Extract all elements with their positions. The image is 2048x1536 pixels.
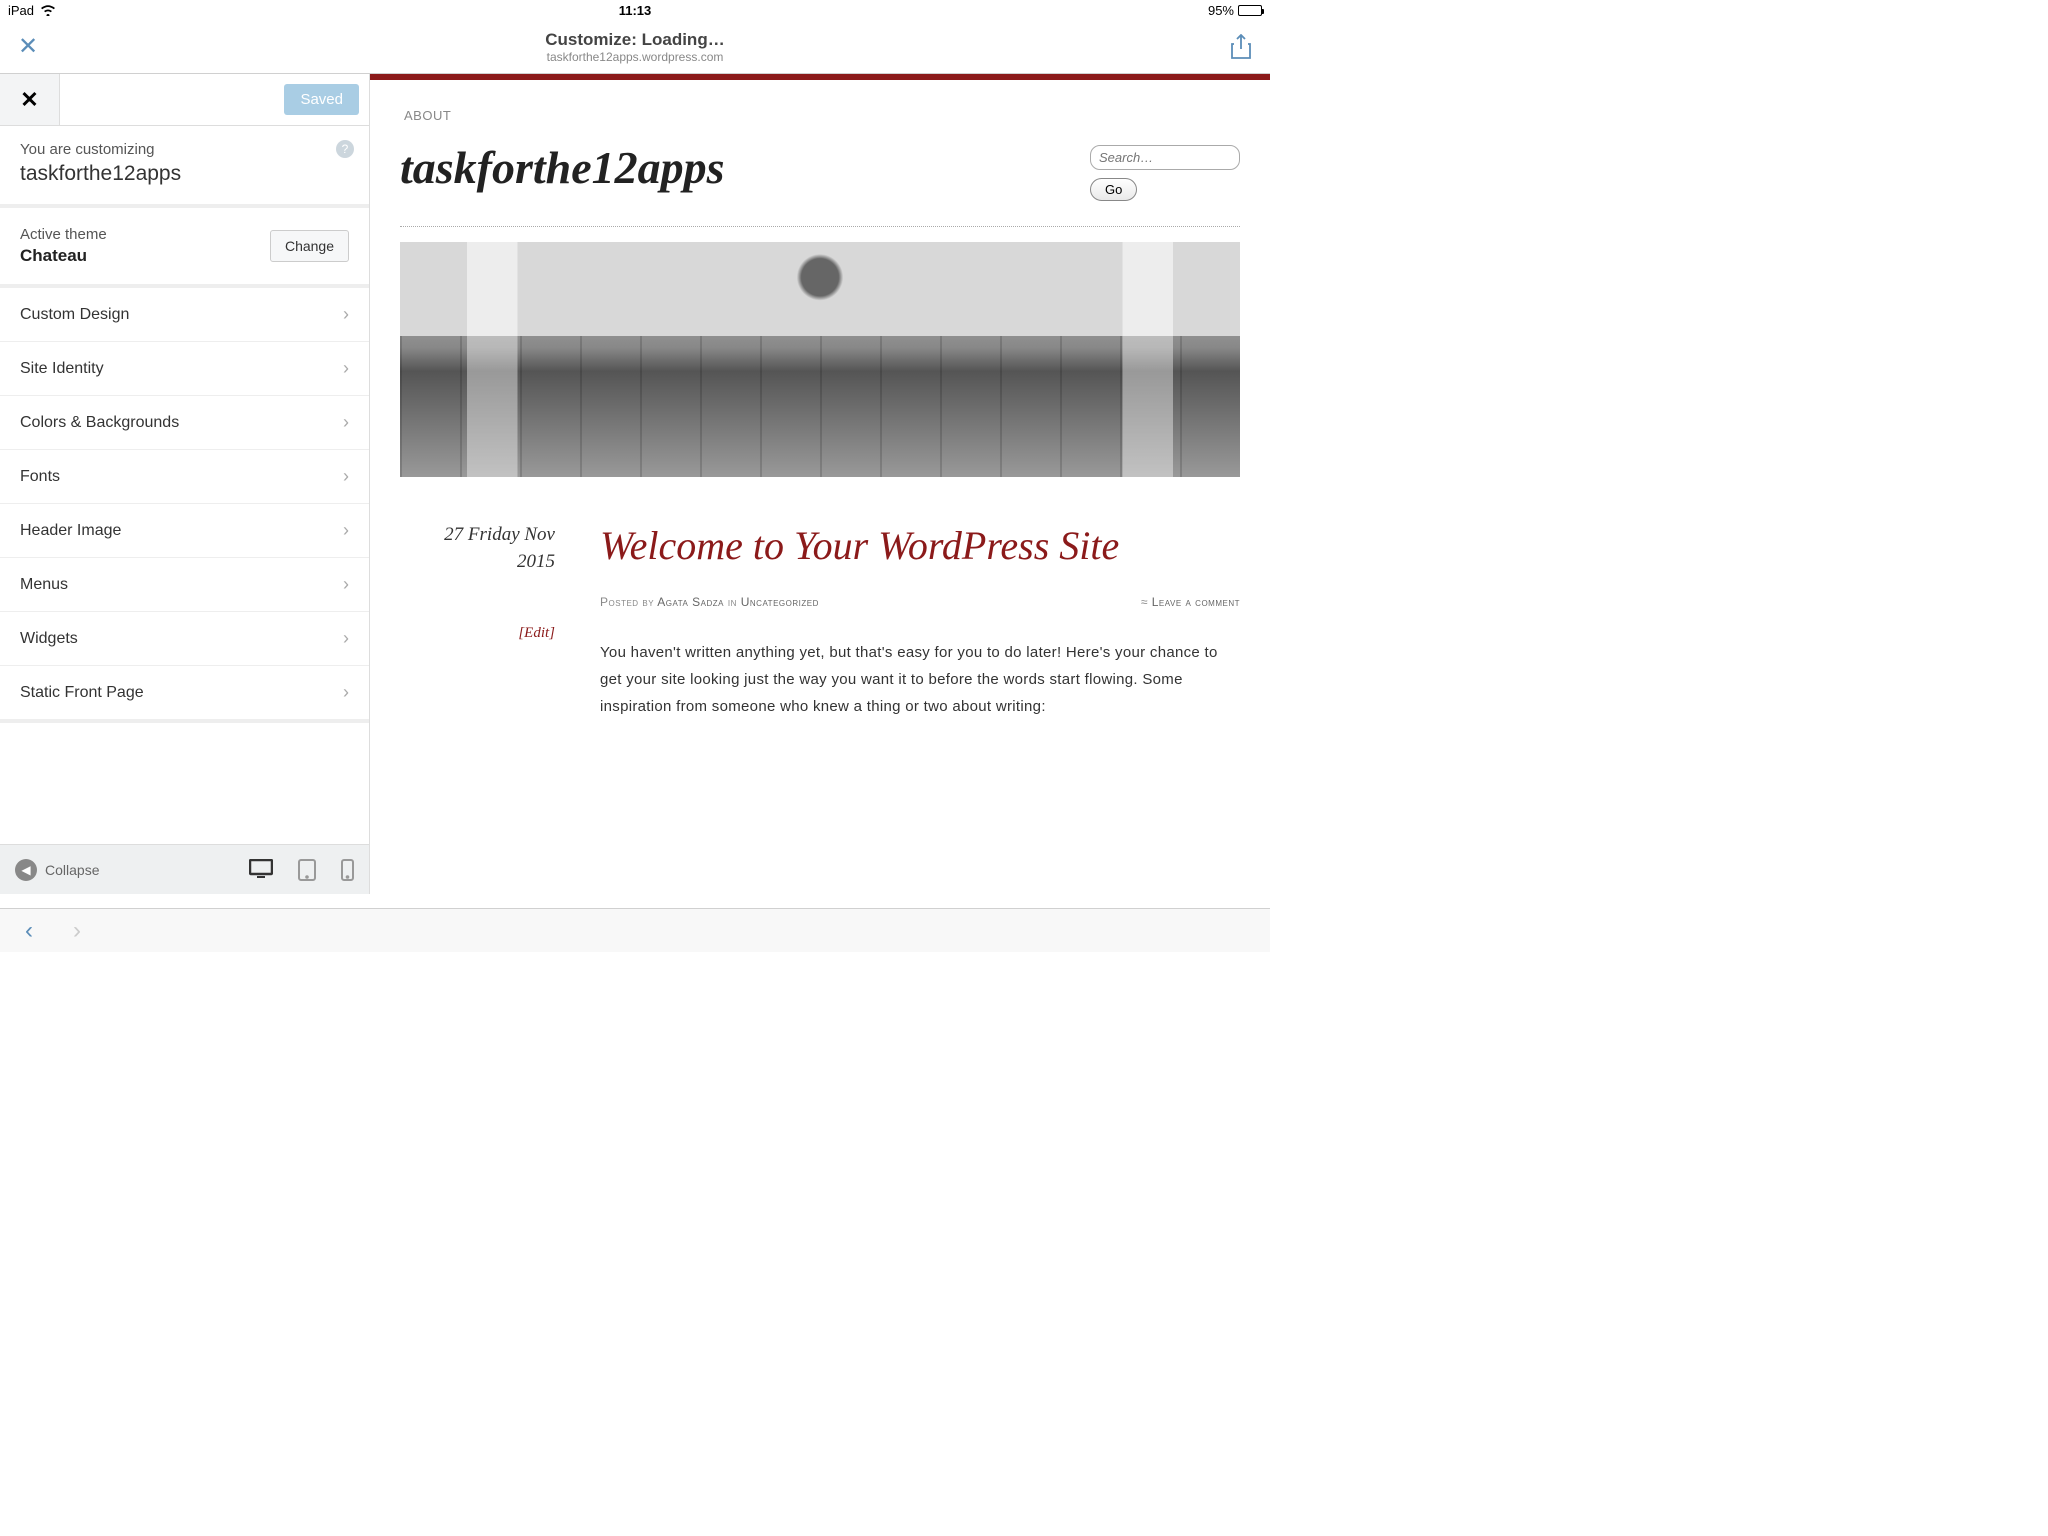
share-icon[interactable] — [1230, 34, 1252, 60]
menu-item-colors-backgrounds[interactable]: Colors & Backgrounds › — [0, 396, 369, 450]
nav-forward-icon[interactable]: › — [73, 917, 81, 945]
leave-comment-link[interactable]: Leave a comment — [1152, 595, 1240, 609]
chevron-right-icon: › — [343, 574, 349, 595]
menu-item-label: Widgets — [20, 630, 78, 648]
menu-item-header-image[interactable]: Header Image › — [0, 504, 369, 558]
about-link[interactable]: ABOUT — [400, 80, 1240, 123]
desktop-preview-icon[interactable] — [249, 859, 273, 881]
menu-item-custom-design[interactable]: Custom Design › — [0, 288, 369, 342]
site-title[interactable]: taskforthe12apps — [400, 141, 725, 194]
wifi-icon — [40, 4, 56, 16]
menu-item-label: Custom Design — [20, 306, 129, 324]
menu-item-label: Colors & Backgrounds — [20, 414, 179, 432]
edit-link[interactable]: [Edit] — [400, 623, 555, 644]
tablet-preview-icon[interactable] — [298, 859, 316, 881]
preview-pane: ABOUT taskforthe12apps Go 27 Friday Nov … — [370, 74, 1270, 894]
close-icon[interactable]: ✕ — [18, 32, 38, 61]
battery-percent: 95% — [1208, 3, 1234, 18]
mobile-preview-icon[interactable] — [341, 859, 354, 881]
theme-name: Chateau — [20, 246, 107, 266]
status-bar: iPad 11:13 95% — [0, 0, 1270, 20]
category-link[interactable]: Uncategorized — [741, 595, 819, 609]
menu-item-label: Site Identity — [20, 360, 104, 378]
chevron-right-icon: › — [343, 682, 349, 703]
menu-item-static-front-page[interactable]: Static Front Page › — [0, 666, 369, 723]
chevron-right-icon: › — [343, 466, 349, 487]
menu-item-menus[interactable]: Menus › — [0, 558, 369, 612]
chevron-right-icon: › — [343, 520, 349, 541]
customizer-close-button[interactable]: ✕ — [0, 74, 60, 125]
post-title[interactable]: Welcome to Your WordPress Site — [600, 522, 1240, 570]
search-input[interactable] — [1090, 145, 1240, 170]
chrome-title: Customize: Loading… — [545, 30, 724, 50]
customizer-site-name: taskforthe12apps — [20, 162, 349, 186]
chevron-right-icon: › — [343, 358, 349, 379]
search-go-button[interactable]: Go — [1090, 178, 1137, 201]
divider — [400, 226, 1240, 227]
menu-item-site-identity[interactable]: Site Identity › — [0, 342, 369, 396]
author-link[interactable]: Agata Sadza — [657, 595, 724, 609]
saved-button[interactable]: Saved — [284, 84, 359, 115]
menu-item-label: Static Front Page — [20, 684, 144, 702]
customizer-panel: ✕ Saved You are customizing taskforthe12… — [0, 74, 370, 894]
header-image — [400, 242, 1240, 477]
chevron-right-icon: › — [343, 412, 349, 433]
menu-item-label: Fonts — [20, 468, 60, 486]
post-body: You haven't written anything yet, but th… — [600, 639, 1240, 720]
battery-icon — [1238, 5, 1262, 16]
help-icon[interactable]: ? — [336, 140, 354, 158]
post-date: 27 Friday Nov 2015 [Edit] — [400, 522, 555, 720]
device-label: iPad — [8, 3, 34, 18]
bottom-nav: ‹ › — [0, 908, 1270, 952]
chevron-right-icon: › — [343, 304, 349, 325]
chevron-right-icon: › — [343, 628, 349, 649]
browser-chrome: ✕ Customize: Loading… taskforthe12apps.w… — [0, 20, 1270, 74]
collapse-arrow-icon: ◀ — [15, 859, 37, 881]
menu-item-fonts[interactable]: Fonts › — [0, 450, 369, 504]
post-meta: Posted by Agata Sadza in Uncategorized ≈… — [600, 595, 1240, 609]
change-theme-button[interactable]: Change — [270, 230, 349, 262]
collapse-button[interactable]: ◀ Collapse — [15, 859, 99, 881]
customizing-label: You are customizing — [20, 141, 349, 158]
menu-item-label: Menus — [20, 576, 68, 594]
menu-item-widgets[interactable]: Widgets › — [0, 612, 369, 666]
collapse-label: Collapse — [45, 862, 99, 878]
menu-item-label: Header Image — [20, 522, 121, 540]
nav-back-icon[interactable]: ‹ — [25, 917, 33, 945]
status-time: 11:13 — [619, 3, 652, 18]
active-theme-label: Active theme — [20, 226, 107, 243]
chrome-subtitle: taskforthe12apps.wordpress.com — [545, 50, 724, 64]
